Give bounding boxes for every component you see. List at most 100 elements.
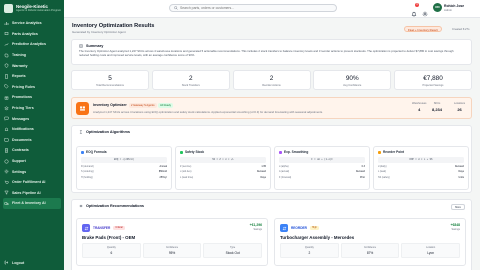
sidebar-item-fleet-inventory-ai[interactable]: Fleet & Inventory AI	[3, 198, 61, 209]
param-value: Demand	[256, 170, 266, 174]
logout-label: Logout	[12, 260, 25, 265]
notifications-button[interactable]: 3	[411, 3, 419, 17]
sidebar-item-parts-analytics[interactable]: Parts Analytics	[0, 29, 64, 40]
sidebar-item-settings[interactable]: Settings	[0, 166, 64, 177]
algorithm-formula: SS = Z × σ × √L	[180, 157, 266, 163]
more-button[interactable]: More	[451, 204, 465, 210]
logout-button[interactable]: Logout	[0, 257, 64, 268]
sidebar-item-reports[interactable]: Reports	[0, 71, 64, 82]
sidebar-item-notifications[interactable]: Notifications	[0, 124, 64, 135]
recommendations-card: Optimization Recommendations More TRANSF…	[71, 199, 472, 270]
sidebar-item-warranty[interactable]: Warranty	[0, 60, 64, 71]
sidebar-item-training[interactable]: Training	[0, 50, 64, 61]
algorithm-name: EOQ Formula	[86, 150, 107, 154]
algorithms-card: Optimization Algorithms EOQ Formula EOQ =…	[71, 125, 472, 193]
algorithm-color-icon	[81, 150, 84, 154]
sidebar: Neogile-Kinetic Agentic & Robotic Automa…	[0, 0, 64, 270]
param-value: Demand	[454, 165, 464, 169]
recommendation-card[interactable]: REORDER High +€848 Savings Turbocharger Asse…	[274, 218, 466, 266]
sidebar-item-label: Fleet & Inventory AI	[12, 201, 46, 206]
param-value: $50/ord	[158, 170, 167, 174]
sidebar-item-pricing-rules[interactable]: Pricing Rules	[0, 82, 64, 93]
algorithm-param-row: H (holding) 25%/yr	[81, 176, 167, 179]
message-icon	[4, 116, 9, 121]
param-name: S (ordering)	[81, 170, 94, 174]
sigma-icon	[79, 130, 82, 134]
sidebar-item-pricing-tiers[interactable]: Pricing Tiers	[0, 103, 64, 114]
stat-value: 2	[308, 250, 311, 255]
algorithm-color-icon	[279, 150, 282, 154]
top-bar: 3 RD Rohich Jose Admin	[64, 0, 480, 18]
algorithm-card: Reorder Point ROP = d × L + SS d (daily) De…	[373, 146, 469, 190]
sidebar-item-label: Parts Analytics	[12, 31, 38, 36]
savings-value: +€1,296	[249, 223, 262, 227]
stat-value: €7,880	[423, 75, 443, 82]
sidebar-item-documents[interactable]: Documents	[0, 135, 64, 146]
savings-label: Savings	[253, 228, 262, 231]
sidebar-item-label: Settings	[12, 169, 27, 174]
algorithm-card: EOQ Formula EOQ = √(2DS/H) D (demand) Annua…	[76, 146, 172, 190]
doc-icon	[4, 74, 9, 79]
user-info[interactable]: Rohich Jose Admin	[444, 4, 464, 12]
recommendation-stats: Quantity 2 Confidence 87% Location Lyon	[280, 243, 462, 258]
stat-card: 90% Avg Confidence	[313, 70, 392, 90]
summary-heading: Summary	[86, 44, 104, 48]
chart-icon	[4, 21, 9, 26]
help-icon	[4, 159, 9, 164]
recommendations-heading-row: Optimization Recommendations	[72, 200, 471, 208]
folder-icon	[4, 137, 9, 142]
algorithm-param-row: L (lead) Days	[378, 170, 464, 173]
param-name: A (actual)	[279, 170, 290, 174]
algorithm-param-row: S (ordering) $50/ord	[81, 170, 167, 173]
algorithm-param-row: Z (service) 1.65	[180, 165, 266, 168]
sidebar-item-order-fulfillment-ai[interactable]: Order Fulfillment AI	[0, 177, 64, 188]
settings-button[interactable]	[422, 4, 429, 17]
param-name: L (lead time)	[180, 175, 194, 179]
algorithm-param-row: D (demand) Annual	[81, 165, 167, 168]
recommendation-stat: Confidence 87%	[340, 243, 400, 258]
gear-icon	[4, 169, 9, 174]
param-name: F (forecast)	[279, 175, 292, 179]
stat-value: 5	[108, 75, 112, 82]
search-box[interactable]	[169, 4, 337, 12]
sidebar-item-sales-pipeline-ai[interactable]: Sales Pipeline AI	[0, 188, 64, 199]
stat-value: Lyon	[427, 250, 435, 255]
recommendation-type: REORDER	[291, 226, 307, 230]
algorithms-heading: Optimization Algorithms	[86, 130, 130, 134]
summary-text: The Inventory Optimizer Agent analyzed 1…	[79, 49, 454, 57]
sidebar-item-support[interactable]: Support	[0, 156, 64, 167]
priority-badge: High	[309, 225, 319, 231]
search-input[interactable]	[180, 6, 330, 10]
algorithm-param-row: L (lead time) Days	[180, 176, 266, 179]
optimizer-icon	[76, 102, 89, 115]
brand[interactable]: Neogile-Kinetic Agentic & Robotic Automa…	[0, 0, 64, 18]
algorithm-param-row: SS (safety) Units	[378, 176, 464, 179]
sidebar-item-contracts[interactable]: Contracts	[0, 145, 64, 156]
sidebar-item-label: Service Analytics	[12, 21, 42, 26]
sidebar-item-label: Documents	[12, 137, 32, 142]
sidebar-item-service-analytics[interactable]: Service Analytics	[0, 18, 64, 29]
optimizer-metric-value: 26	[457, 107, 462, 112]
recommendation-title: Brake Pads (Front) - OEM	[82, 235, 136, 240]
sidebar-item-label: Training	[12, 53, 26, 58]
layers-icon	[4, 106, 9, 111]
sidebar-item-label: Contracts	[12, 148, 29, 153]
stat-value: 90%	[345, 75, 359, 82]
stat-card: 5 Total Recommendations	[71, 70, 149, 90]
brand-text: Neogile-Kinetic Agentic & Robotic Automa…	[16, 4, 61, 12]
brand-logo-icon	[4, 4, 13, 13]
sidebar-item-promotions[interactable]: Promotions	[0, 92, 64, 103]
recommendation-type-row: REORDER High	[280, 224, 319, 232]
avatar[interactable]: RD	[433, 3, 442, 12]
recommendation-card[interactable]: TRANSFER Critical +€1,296 Savings Brake Pads…	[76, 218, 268, 266]
sidebar-item-predictive-analytics[interactable]: Predictive Analytics	[0, 39, 64, 50]
stat-value: 95%	[168, 250, 176, 255]
status-chip: Fleet + Inventory Result	[404, 25, 442, 32]
stat-value: 2	[188, 75, 193, 82]
param-value: Days	[458, 170, 464, 174]
recommendations-heading: Optimization Recommendations	[86, 204, 145, 208]
algorithm-card: Safety Stock SS = Z × σ × √L Z (service) 1.…	[175, 146, 271, 190]
sidebar-item-messages[interactable]: Messages	[0, 113, 64, 124]
algorithm-param-row: σ (std dev) Demand	[180, 170, 266, 173]
algorithm-name: Exp. Smoothing	[284, 150, 309, 154]
